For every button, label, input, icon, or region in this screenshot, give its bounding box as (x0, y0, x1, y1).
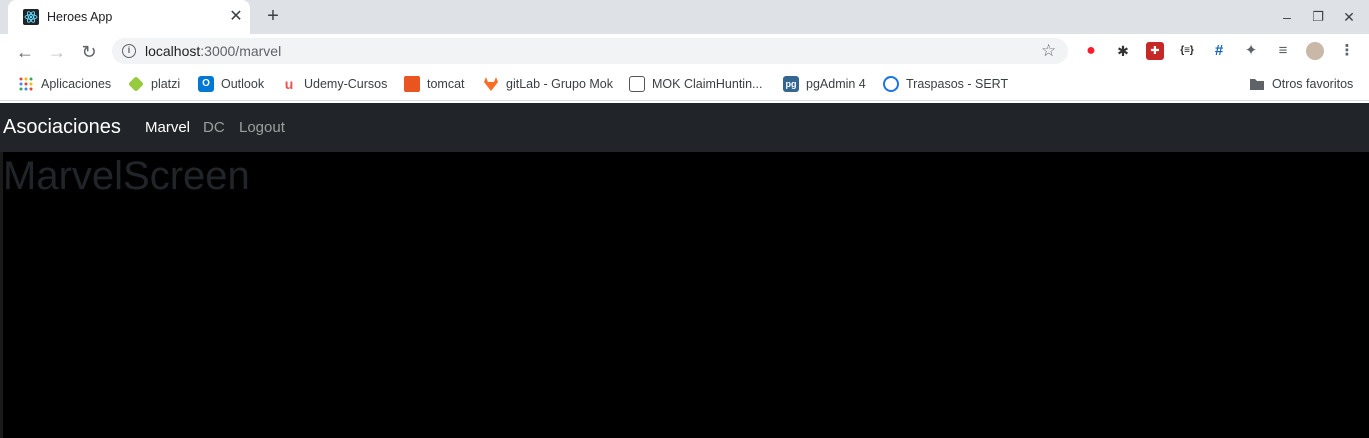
bookmark-label: Otros favoritos (1272, 77, 1354, 91)
bookmark-label: tomcat (427, 77, 465, 91)
sert-icon (883, 76, 899, 92)
tab-title: Heroes App (47, 10, 113, 24)
udemy-icon: u (284, 76, 294, 92)
nav-link-marvel[interactable]: Marvel (145, 119, 190, 137)
forward-icon[interactable]: → (44, 39, 70, 65)
restore-button[interactable]: ❐ (1307, 6, 1329, 28)
url-host: localhost (145, 43, 201, 59)
browser-chrome: Heroes App ✕ + – ❐ ✕ ← → ↻ i localhost:3… (0, 0, 1369, 103)
pgadmin-icon: pg (783, 76, 799, 92)
bookmark-label: Outlook (221, 77, 265, 91)
tab-close-icon[interactable]: ✕ (227, 8, 245, 26)
bookmark-label: gitLab - Grupo Mok (506, 77, 613, 91)
json-icon[interactable]: {≡} (1178, 42, 1196, 60)
platzi-icon (128, 76, 144, 92)
nav-link-logout[interactable]: Logout (239, 119, 285, 137)
reload-icon[interactable]: ↻ (76, 39, 102, 65)
close-window-button[interactable]: ✕ (1338, 6, 1360, 28)
extensions-icon[interactable]: ✦ (1242, 42, 1260, 60)
folder-icon (1250, 79, 1264, 90)
bookmark-label: platzi (151, 77, 181, 91)
grid-icon[interactable]: # (1210, 42, 1228, 60)
bookmark-label: Aplicaciones (41, 77, 112, 91)
nav-link-dc[interactable]: DC (203, 119, 225, 137)
tab-strip: Heroes App ✕ + – ❐ ✕ (0, 0, 1369, 34)
url-path: :3000/marvel (200, 43, 282, 59)
tab-heroes-app[interactable]: Heroes App ✕ (8, 0, 250, 34)
bookmark-star-icon[interactable]: ☆ (1041, 41, 1056, 61)
bookmark-label: Udemy-Cursos (304, 77, 388, 91)
minimize-button[interactable]: – (1276, 6, 1298, 28)
menu-icon[interactable]: ⋮ (1338, 42, 1356, 60)
opera-icon[interactable]: ● (1082, 42, 1100, 60)
reading-list-icon[interactable]: ≡ (1274, 42, 1292, 60)
bookmark-label: Traspasos - SERT (906, 77, 1009, 91)
ubuntu-icon (404, 76, 420, 92)
avatar[interactable] (1306, 42, 1324, 60)
app-navbar: Asociaciones Marvel DC Logout (0, 103, 1369, 152)
apps-grid-icon (19, 77, 33, 91)
navbar-brand[interactable]: Asociaciones (3, 115, 121, 139)
address-bar[interactable]: i localhost:3000/marvel ☆ (112, 38, 1068, 64)
bug-icon[interactable]: ✱ (1114, 42, 1132, 60)
outlook-icon: O (198, 76, 214, 92)
bookmarks-bar: Aplicaciones platzi O Outlook u Udemy-Cu… (0, 69, 1369, 101)
gitlab-icon (484, 77, 498, 91)
back-icon[interactable]: ← (12, 39, 38, 65)
bookmark-label: MOK ClaimHuntin... (652, 77, 763, 91)
browser-toolbar: ← → ↻ i localhost:3000/marvel ☆ ● ✱ ✚ {≡… (0, 34, 1369, 69)
puzzle-red-icon[interactable]: ✚ (1146, 42, 1164, 60)
new-tab-button[interactable]: + (261, 5, 285, 29)
mok-icon (629, 76, 645, 92)
url-text: localhost:3000/marvel (145, 43, 281, 59)
react-icon (23, 9, 39, 25)
page-title: MarvelScreen (3, 154, 250, 198)
bookmark-label: pgAdmin 4 (806, 77, 866, 91)
site-info-icon[interactable]: i (122, 44, 136, 58)
